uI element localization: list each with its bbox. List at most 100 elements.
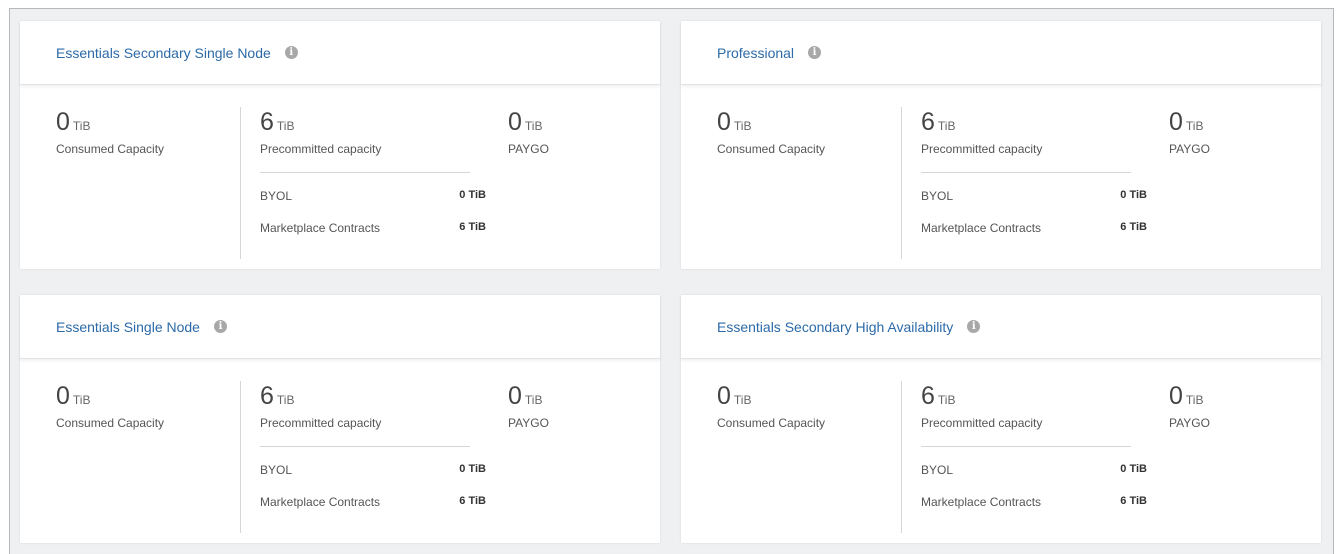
precommitted-unit: TiB	[937, 119, 956, 133]
breakdown-value: 0 TiB	[1120, 463, 1147, 475]
breakdown-label: Marketplace Contracts	[260, 495, 381, 509]
card-header: Essentials Secondary High Availability i	[681, 295, 1321, 359]
card-title: Essentials Single Node	[56, 318, 200, 335]
breakdown-label: Marketplace Contracts	[260, 221, 381, 235]
precommitted-capacity: 6 TiB Precommitted capacity	[260, 108, 382, 157]
card-header: Essentials Single Node i	[20, 295, 660, 359]
breakdown-divider	[260, 446, 470, 447]
card-body: 0 TiB Consumed Capacity 6 TiB Precommitted…	[20, 85, 660, 269]
breakdown-label: BYOL	[921, 463, 954, 477]
consumed-value: 0	[717, 382, 731, 410]
breakdown-value: 0 TiB	[459, 463, 486, 475]
consumed-capacity: 0 TiB Consumed Capacity	[717, 382, 826, 431]
license-card: Essentials Secondary Single Node i 0 TiB …	[20, 21, 660, 269]
card-body: 0 TiB Consumed Capacity 6 TiB Precommitted…	[681, 359, 1321, 543]
breakdown-divider	[260, 172, 470, 173]
consumed-label: Consumed Capacity	[717, 142, 826, 156]
consumed-capacity: 0 TiB Consumed Capacity	[717, 108, 826, 157]
precommitted-unit: TiB	[937, 393, 956, 407]
info-icon[interactable]: i	[213, 320, 227, 333]
card-body: 0 TiB Consumed Capacity 6 TiB Precommitted…	[20, 359, 660, 543]
precommitted-unit: TiB	[276, 393, 295, 407]
breakdown-row-marketplace: Marketplace Contracts 6 TiB	[921, 221, 1147, 235]
card-header: Professional i	[681, 21, 1321, 85]
consumed-value: 0	[56, 108, 70, 136]
paygo-value: 0	[508, 108, 522, 136]
precommitted-value: 6	[921, 108, 935, 136]
breakdown-label: BYOL	[260, 463, 293, 477]
consumed-capacity: 0 TiB Consumed Capacity	[56, 382, 165, 431]
breakdown-row-marketplace: Marketplace Contracts 6 TiB	[260, 221, 486, 235]
info-icon[interactable]: i	[967, 320, 981, 333]
card-header: Essentials Secondary Single Node i	[20, 21, 660, 85]
paygo-value: 0	[1169, 382, 1183, 410]
breakdown-row-byol: BYOL 0 TiB	[260, 463, 486, 477]
consumed-value: 0	[717, 108, 731, 136]
consumed-unit: TiB	[733, 393, 752, 407]
info-icon[interactable]: i	[284, 46, 298, 59]
precommitted-label: Precommitted capacity	[260, 142, 382, 156]
paygo-capacity: 0 TiB PAYGO	[1169, 108, 1210, 157]
precommitted-value: 6	[260, 108, 274, 136]
breakdown-label: BYOL	[921, 189, 954, 203]
breakdown-divider	[921, 172, 1131, 173]
breakdown-divider	[921, 446, 1131, 447]
breakdown-row-byol: BYOL 0 TiB	[921, 463, 1147, 477]
consumed-unit: TiB	[72, 393, 91, 407]
column-divider	[240, 107, 241, 259]
consumed-capacity: 0 TiB Consumed Capacity	[56, 108, 165, 157]
paygo-label: PAYGO	[1169, 416, 1210, 430]
breakdown-row-byol: BYOL 0 TiB	[921, 189, 1147, 203]
breakdown-label: Marketplace Contracts	[921, 495, 1042, 509]
paygo-label: PAYGO	[508, 416, 549, 430]
precommitted-label: Precommitted capacity	[921, 142, 1043, 156]
breakdown-value: 6 TiB	[1120, 495, 1147, 507]
consumed-value: 0	[56, 382, 70, 410]
breakdown-value: 0 TiB	[459, 189, 486, 201]
paygo-label: PAYGO	[508, 142, 549, 156]
breakdown-label: Marketplace Contracts	[921, 221, 1042, 235]
precommitted-value: 6	[921, 382, 935, 410]
breakdown-row-marketplace: Marketplace Contracts 6 TiB	[921, 495, 1147, 509]
paygo-unit: TiB	[524, 119, 543, 133]
license-card: Professional i 0 TiB Consumed Capacity 6T…	[681, 21, 1321, 269]
consumed-label: Consumed Capacity	[56, 142, 165, 156]
card-title: Essentials Secondary High Availability	[717, 318, 954, 335]
license-card: Essentials Secondary High Availability i…	[681, 295, 1321, 543]
paygo-capacity: 0 TiB PAYGO	[1169, 382, 1210, 431]
paygo-unit: TiB	[524, 393, 543, 407]
precommitted-capacity: 6 TiB Precommitted capacity	[260, 382, 382, 431]
card-title: Essentials Secondary Single Node	[56, 44, 271, 61]
precommitted-unit: TiB	[276, 119, 295, 133]
card-title: Professional	[717, 44, 795, 61]
breakdown-row-marketplace: Marketplace Contracts 6 TiB	[260, 495, 486, 509]
paygo-capacity: 0 TiB PAYGO	[508, 382, 549, 431]
paygo-value: 0	[1169, 108, 1183, 136]
consumed-label: Consumed Capacity	[717, 416, 826, 430]
column-divider	[901, 381, 902, 533]
breakdown-row-byol: BYOL 0 TiB	[260, 189, 486, 203]
breakdown-value: 6 TiB	[459, 221, 486, 233]
breakdown-value: 6 TiB	[459, 495, 486, 507]
consumed-label: Consumed Capacity	[56, 416, 165, 430]
paygo-label: PAYGO	[1169, 142, 1210, 156]
breakdown-label: BYOL	[260, 189, 293, 203]
paygo-unit: TiB	[1185, 119, 1204, 133]
precommitted-label: Precommitted capacity	[921, 416, 1043, 430]
column-divider	[901, 107, 902, 259]
consumed-unit: TiB	[733, 119, 752, 133]
column-divider	[240, 381, 241, 533]
precommitted-capacity: 6 TiB Precommitted capacity	[921, 382, 1043, 431]
paygo-unit: TiB	[1185, 393, 1204, 407]
precommitted-value: 6	[260, 382, 274, 410]
breakdown-value: 6 TiB	[1120, 221, 1147, 233]
license-card: Essentials Single Node i 0 TiB Consumed C…	[20, 295, 660, 543]
precommitted-capacity: 6 TiB Precommitted capacity	[921, 108, 1043, 157]
paygo-capacity: 0 TiB PAYGO	[508, 108, 549, 157]
card-body: 0 TiB Consumed Capacity 6 TiB Precommitted…	[681, 85, 1321, 269]
info-icon[interactable]: i	[808, 46, 822, 59]
paygo-value: 0	[508, 382, 522, 410]
consumed-unit: TiB	[72, 119, 91, 133]
precommitted-label: Precommitted capacity	[260, 416, 382, 430]
breakdown-value: 0 TiB	[1120, 189, 1147, 201]
